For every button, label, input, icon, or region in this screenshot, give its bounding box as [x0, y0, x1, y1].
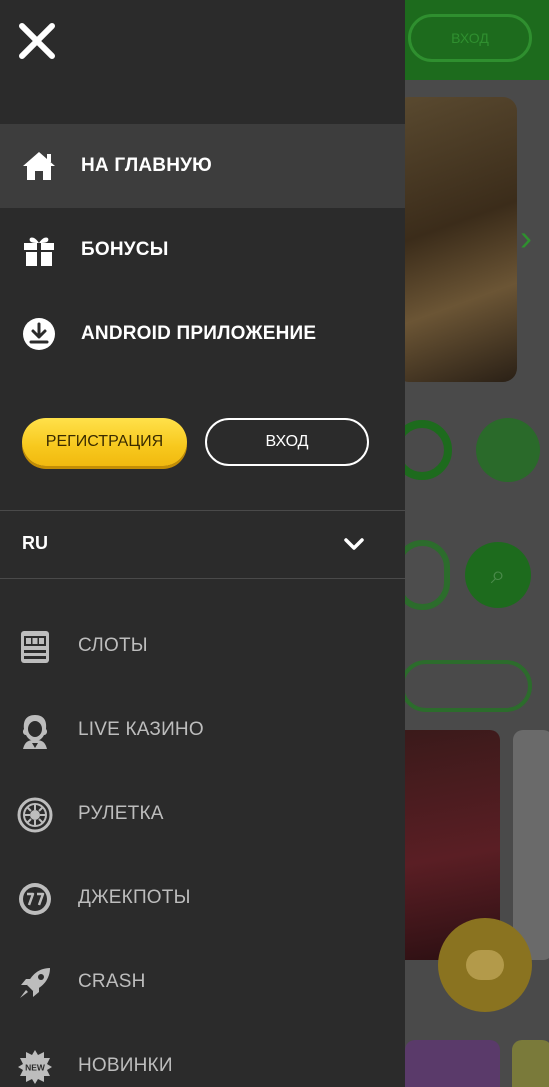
- category-label: LIVE КАЗИНО: [78, 719, 204, 740]
- category-label: СЛОТЫ: [78, 635, 148, 656]
- divider: [0, 578, 405, 579]
- nav-item-label: БОНУСЫ: [81, 239, 169, 260]
- background-chevron-right-icon: ›: [520, 217, 532, 258]
- new-badge-icon: NEW: [17, 1049, 53, 1085]
- roulette-icon: [17, 797, 53, 833]
- background-chat-icon: [438, 918, 532, 1012]
- register-button[interactable]: РЕГИСТРАЦИЯ: [22, 418, 187, 466]
- chevron-down-icon: [343, 533, 365, 555]
- nav-item-android-app[interactable]: ANDROID ПРИЛОЖЕНИЕ: [0, 292, 405, 376]
- background-login-button: ВХОД: [408, 14, 532, 62]
- svg-text:NEW: NEW: [25, 1063, 46, 1073]
- category-item-slots[interactable]: СЛОТЫ: [0, 605, 405, 689]
- language-selector[interactable]: RU: [0, 511, 405, 577]
- background-rocket-icon: [476, 418, 540, 482]
- category-item-live-casino[interactable]: LIVE КАЗИНО: [0, 689, 405, 773]
- nav-item-label: НА ГЛАВНУЮ: [81, 155, 212, 176]
- category-label: РУЛЕТКА: [78, 803, 164, 824]
- language-label: RU: [22, 533, 48, 553]
- background-game-tile: [512, 1040, 549, 1087]
- background-game-tile: [405, 1040, 500, 1087]
- gift-icon: [21, 232, 57, 268]
- nav-item-home[interactable]: НА ГЛАВНУЮ: [0, 124, 405, 208]
- slot-machine-icon: [17, 629, 53, 665]
- close-icon[interactable]: [14, 18, 60, 64]
- background-filter-pill: [400, 660, 532, 712]
- nav-item-label: ANDROID ПРИЛОЖЕНИЕ: [81, 323, 317, 344]
- download-icon: [21, 316, 57, 352]
- category-item-jackpots[interactable]: ДЖЕКПОТЫ: [0, 857, 405, 941]
- category-item-crash[interactable]: CRASH: [0, 941, 405, 1025]
- background-search-icon: ⌕: [465, 542, 531, 608]
- live-dealer-icon: [17, 713, 53, 749]
- category-item-roulette[interactable]: РУЛЕТКА: [0, 773, 405, 857]
- background-promo-banner: [395, 97, 517, 382]
- side-menu-drawer: НА ГЛАВНУЮ БОНУСЫ ANDROID ПРИЛОЖЕНИЕ РЕГ…: [0, 0, 405, 1087]
- category-label: НОВИНКИ: [78, 1055, 173, 1076]
- category-item-new[interactable]: NEW НОВИНКИ: [0, 1025, 405, 1087]
- category-label: CRASH: [78, 971, 146, 992]
- login-button[interactable]: ВХОД: [205, 418, 369, 466]
- rocket-icon: [17, 965, 53, 1001]
- nav-item-bonuses[interactable]: БОНУСЫ: [0, 208, 405, 292]
- jackpot-77-icon: [17, 881, 53, 917]
- category-label: ДЖЕКПОТЫ: [78, 887, 191, 908]
- home-icon: [21, 148, 57, 184]
- background-game-tile: [513, 730, 549, 960]
